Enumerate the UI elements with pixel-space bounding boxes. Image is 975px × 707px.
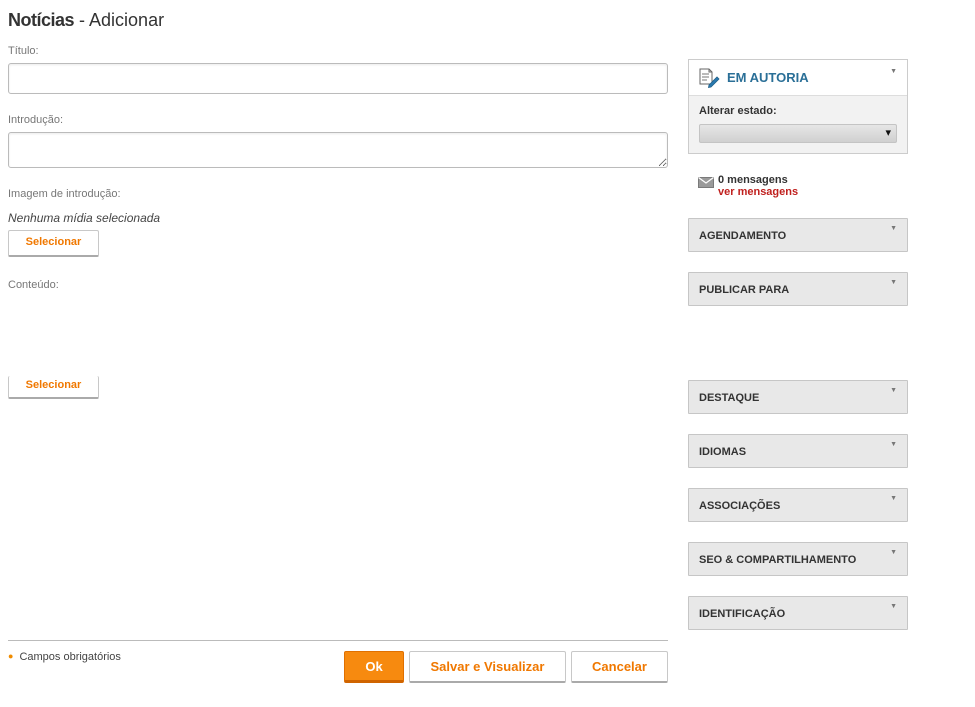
triangle-down-icon: ▼ [890,495,897,502]
select-intro-image-button[interactable]: Selecionar [8,230,99,257]
section-identification[interactable]: IDENTIFICAÇÃO ▼ [688,596,908,630]
status-panel-header[interactable]: EM AUTORIA ▼ [689,60,907,96]
triangle-down-icon: ▼ [890,549,897,556]
no-media-text: Nenhuma mídia selecionada [8,211,161,225]
intro-textarea[interactable] [8,132,668,168]
section-highlight[interactable]: DESTAQUE ▼ [688,380,908,414]
triangle-down-icon: ▼ [890,225,897,232]
section-highlight-label: DESTAQUE [699,392,760,404]
triangle-down-icon: ▼ [890,279,897,286]
triangle-down-icon: ▼ [890,441,897,448]
select-content-button[interactable]: Selecionar [8,376,99,399]
required-note-text: Campos obrigatórios [19,651,121,663]
triangle-down-icon[interactable]: ▼ [890,68,897,75]
page-title-sub: - Adicionar [74,10,165,30]
section-languages-label: IDIOMAS [699,446,747,458]
page-title: Notícias - Adicionar [8,10,164,31]
section-associations-label: ASSOCIAÇÕES [699,500,781,512]
view-messages-link[interactable]: ver mensagens [718,186,798,198]
section-publish-to[interactable]: PUBLICAR PARA ▼ [688,272,908,306]
page-title-main: Notícias [8,10,75,30]
triangle-down-icon: ▼ [890,603,897,610]
status-title: EM AUTORIA [727,70,809,85]
change-state-label: Alterar estado: [699,105,777,117]
section-seo-sharing-label: SEO & COMPARTILHAMENTO [699,554,857,566]
triangle-down-icon: ▼ [890,387,897,394]
change-state-select[interactable]: ▾ [699,124,897,143]
intro-image-label: Imagem de introdução: [8,188,121,200]
required-marker-icon: ● [8,651,14,661]
status-panel: EM AUTORIA ▼ Alterar estado: ▾ [688,59,908,154]
section-languages[interactable]: IDIOMAS ▼ [688,434,908,468]
intro-label: Introdução: [8,114,64,126]
title-label: Título: [8,45,39,57]
section-publish-to-label: PUBLICAR PARA [699,284,790,296]
section-associations[interactable]: ASSOCIAÇÕES ▼ [688,488,908,522]
section-identification-label: IDENTIFICAÇÃO [699,608,786,620]
document-pencil-icon [699,68,721,93]
content-label: Conteúdo: [8,279,59,291]
footer-divider [8,640,668,641]
section-seo-sharing[interactable]: SEO & COMPARTILHAMENTO ▼ [688,542,908,576]
ok-button[interactable]: Ok [344,651,404,683]
save-and-view-button[interactable]: Salvar e Visualizar [409,651,566,683]
title-input[interactable] [8,63,668,94]
section-scheduling-label: AGENDAMENTO [699,230,787,242]
envelope-icon [698,175,714,193]
messages-count: 0 mensagens [718,174,788,186]
required-note: ● Campos obrigatórios [8,651,121,663]
caret-down-icon: ▾ [885,127,891,139]
cancel-button[interactable]: Cancelar [571,651,668,683]
section-scheduling[interactable]: AGENDAMENTO ▼ [688,218,908,252]
